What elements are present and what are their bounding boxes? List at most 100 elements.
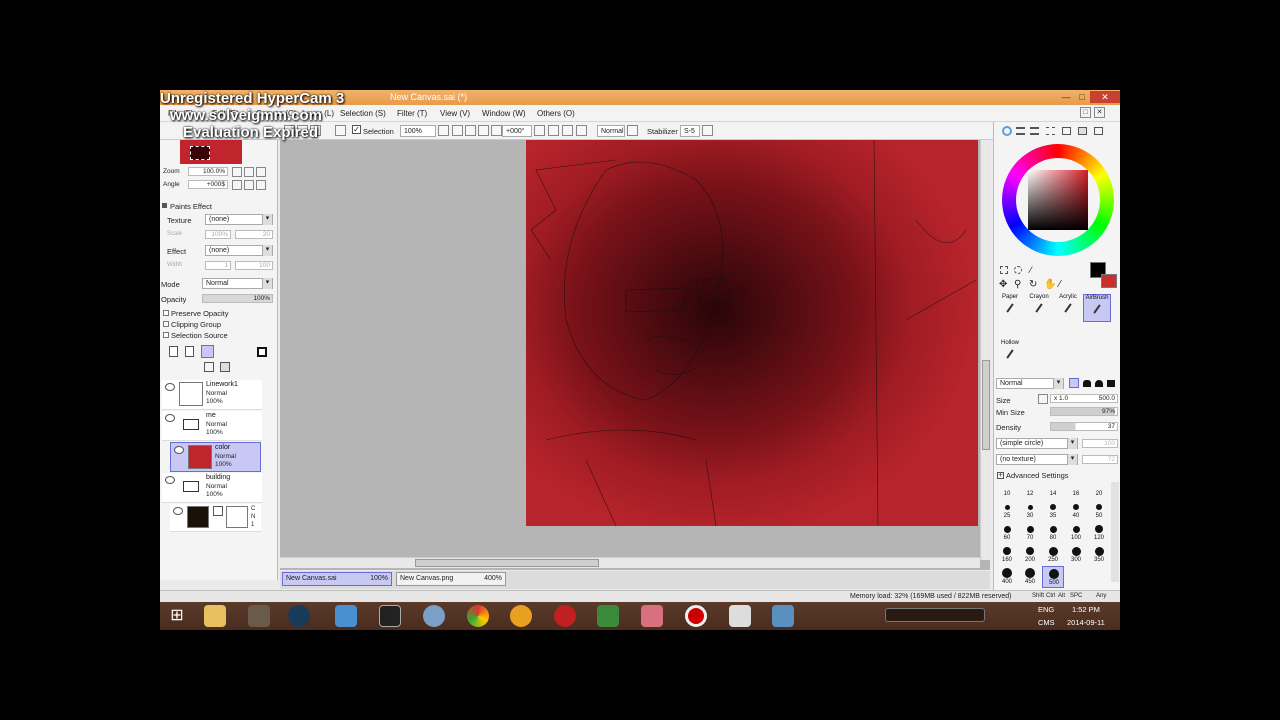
new-layer-icon[interactable] [169,346,178,357]
zoom-out-button[interactable] [452,125,463,136]
brush-mode-select[interactable]: Normal [996,378,1064,389]
brush-size-cell[interactable]: 40 [1065,500,1087,522]
tool-paper[interactable]: Paper [996,294,1024,322]
menu-view[interactable]: View (V) [440,109,470,118]
visibility-eye-icon[interactable] [165,476,175,484]
app-icon[interactable] [423,605,445,627]
zoom-field[interactable]: 100% [400,125,436,137]
rotate-reset-button[interactable] [562,125,573,136]
app-icon[interactable] [729,605,751,627]
clock-time[interactable]: 1:52 PM [1072,605,1100,614]
zoom-tool-icon[interactable]: ⚲ [1014,279,1021,290]
tool-hollow[interactable]: Hollow [996,340,1024,368]
zoom-dropdown[interactable] [438,125,449,136]
size-slider[interactable]: x 1.0 500.0 [1050,394,1118,403]
app-icon[interactable] [379,605,401,627]
hsv-slider-tab-icon[interactable] [1030,127,1039,135]
brush-texture-amount[interactable]: 72 [1082,455,1118,464]
width-slider[interactable]: 1 [205,261,231,270]
rotate-left-button[interactable] [534,125,545,136]
scale-slider[interactable]: 100% [205,230,231,239]
flip-button[interactable] [576,125,587,136]
brush-size-cell[interactable]: 450 [1019,566,1041,588]
nav-zoom-in-button[interactable] [244,167,254,177]
hand-tool-icon[interactable]: ✋ [1044,279,1056,290]
move-icon[interactable]: ✥ [999,279,1007,290]
angle-field[interactable]: +000° [502,125,532,137]
brush-size-cell[interactable]: 25 [996,500,1018,522]
vertical-scrollbar[interactable] [980,140,991,560]
clipping-group-checkbox[interactable] [163,321,169,327]
tool-acrylic[interactable]: Acrylic [1054,294,1082,322]
layer-row[interactable]: C N 1 [170,504,261,532]
blend-mode-field[interactable]: Normal [597,125,625,137]
layer-mask-icon[interactable] [257,347,267,357]
brush-size-cell[interactable]: 250 [1042,544,1064,566]
collapse-icon[interactable] [162,203,167,208]
app-icon[interactable] [641,605,663,627]
rgb-slider-tab-icon[interactable] [1016,127,1025,135]
brush-size-cell[interactable]: 70 [1019,522,1041,544]
blend-mode-dropdown[interactable] [627,125,638,136]
nav-angle-slider[interactable]: +000$ [188,180,228,189]
selection-source-checkbox[interactable] [163,332,169,338]
preserve-opacity-checkbox[interactable] [163,310,169,316]
brush-size-cell[interactable]: 60 [996,522,1018,544]
nav-rotate-right-button[interactable] [244,180,254,190]
scale-amount[interactable]: 20 [235,230,273,239]
maximize-button[interactable]: □ [1073,91,1091,103]
app-icon[interactable] [772,605,794,627]
stabilizer-field[interactable]: S-5 [680,125,700,137]
visibility-eye-icon[interactable] [173,507,183,515]
drawing-canvas[interactable] [526,140,978,526]
nav-rotate-reset-button[interactable] [256,180,266,190]
app-icon[interactable] [335,605,357,627]
lasso-icon[interactable] [1014,266,1022,274]
layer-row[interactable]: me Normal 100% [162,411,262,441]
chrome-icon[interactable] [467,605,489,627]
brush-size-cell[interactable]: 14 [1042,478,1064,500]
transfer-down-icon[interactable] [204,362,214,372]
rotate-right-button[interactable] [548,125,559,136]
brush-shape-sharp-icon[interactable] [1069,378,1079,388]
size-mult-button[interactable] [1038,394,1048,404]
layer-row-selected[interactable]: color Normal 100% [170,442,261,472]
min-size-slider[interactable]: 97% [1050,407,1118,416]
effect-select[interactable]: (none) [205,245,273,256]
eyedropper-icon[interactable]: ⁄ [1059,279,1061,290]
horizontal-scrollbar[interactable] [280,557,980,568]
language-indicator-secondary[interactable]: CMS [1038,618,1055,627]
brush-texture-select[interactable]: (no texture) [996,454,1078,465]
trash-icon[interactable] [220,362,230,372]
palette-tab-icon[interactable] [1094,127,1103,135]
menu-others[interactable]: Others (O) [537,109,575,118]
visibility-eye-icon[interactable] [174,446,184,454]
layer-opacity-slider[interactable]: 100% [202,294,273,303]
nav-zoom-slider[interactable]: 100.0% [188,167,228,176]
brush-size-cell[interactable]: 120 [1088,522,1110,544]
background-color-swatch[interactable] [1101,274,1117,288]
layer-row[interactable]: Linework1 Normal 100% [162,380,262,410]
nav-rotate-left-button[interactable] [232,180,242,190]
zoom-reset-button[interactable] [478,125,489,136]
new-linework-layer-icon[interactable] [185,346,194,357]
swatches-tab-icon[interactable] [1062,127,1071,135]
brush-size-cell[interactable]: 35 [1042,500,1064,522]
brush-shape-select[interactable]: (simple circle) [996,438,1078,449]
menu-filter[interactable]: Filter (T) [397,109,427,118]
width-amount[interactable]: 100 [235,261,273,270]
zoom-fit-button[interactable] [491,125,502,136]
app-icon[interactable] [554,605,576,627]
record-icon[interactable] [685,605,707,627]
file-tab-active[interactable]: New Canvas.sai 100% [282,572,392,586]
doc-close-button[interactable]: ✕ [1094,107,1105,118]
scratchpad-tab-icon[interactable] [1078,127,1087,135]
brush-shape-flat-icon[interactable] [1107,380,1115,387]
stabilizer-dropdown[interactable] [702,125,713,136]
color-wheel-tab-icon[interactable] [1002,126,1012,136]
visibility-eye-icon[interactable] [165,414,175,422]
rect-select-icon[interactable] [1000,266,1008,274]
color-wheel[interactable] [1002,144,1114,256]
nav-zoom-out-button[interactable] [232,167,242,177]
gradient-tab-icon[interactable] [1046,127,1055,135]
